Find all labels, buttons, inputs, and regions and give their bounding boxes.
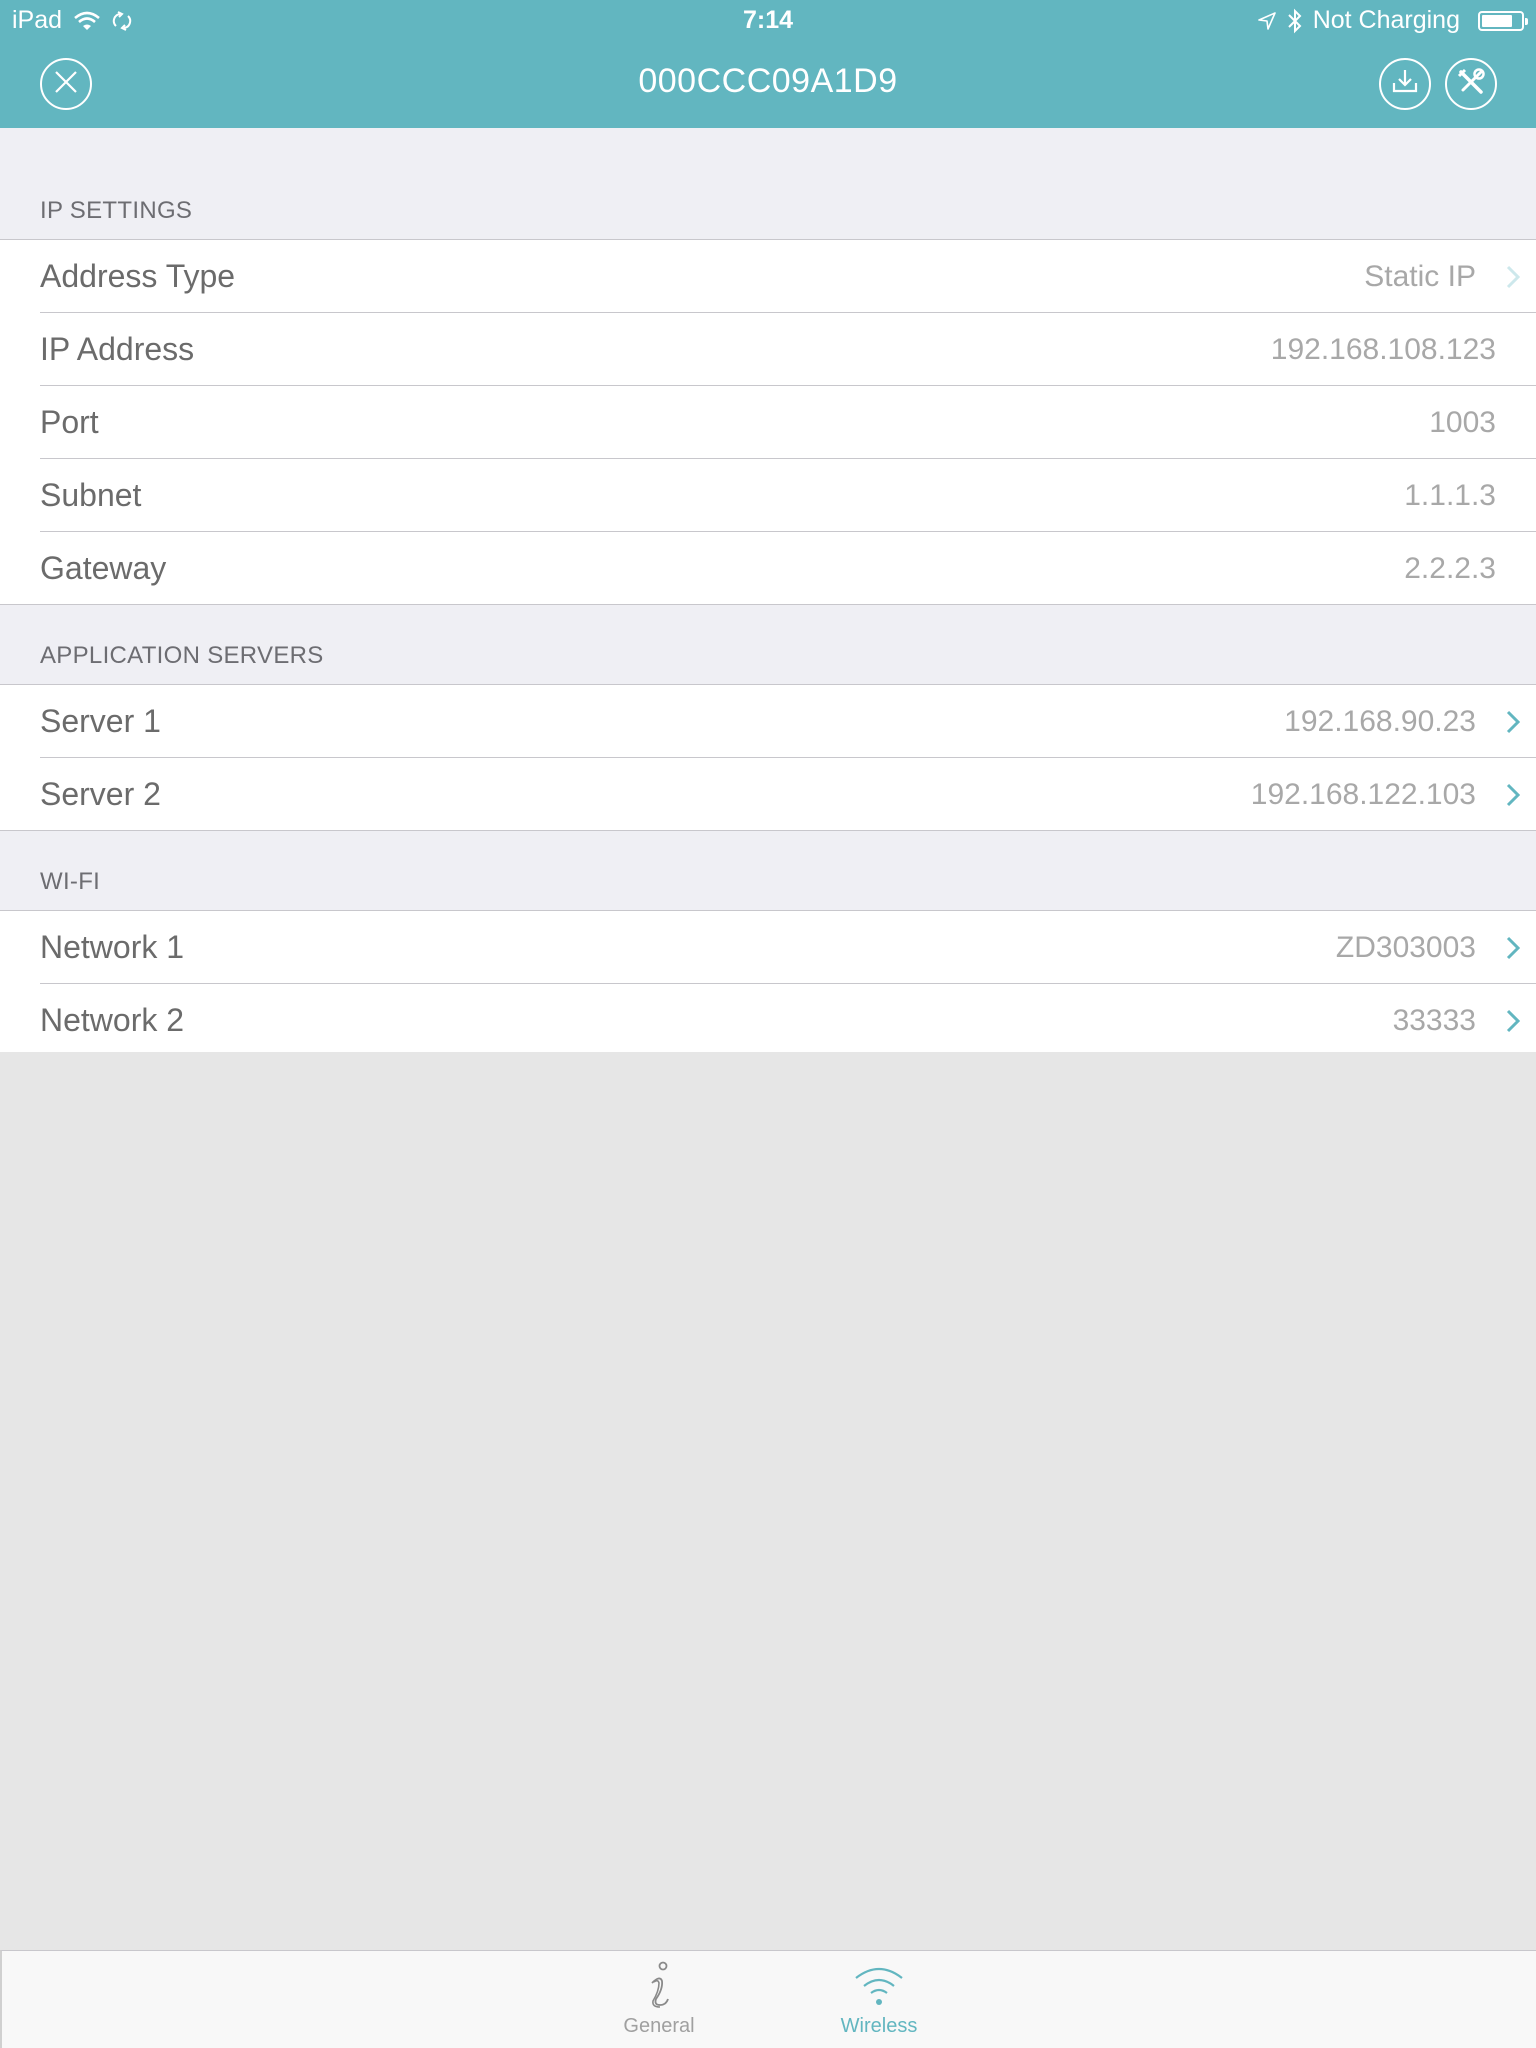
row-network-1[interactable]: Network 1 ZD303003	[0, 911, 1536, 984]
row-value: 192.168.122.103	[1250, 777, 1476, 811]
row-value: 192.168.90.23	[1284, 704, 1476, 738]
tab-label: General	[623, 2015, 695, 2037]
row-value: 1003	[1429, 405, 1496, 439]
row-value: ZD303003	[1335, 930, 1476, 964]
chevron-right-icon	[1476, 240, 1536, 313]
application-servers-group: Server 1 192.168.90.23 Server 2 192.168.…	[0, 685, 1536, 831]
tools-button[interactable]	[1445, 58, 1497, 110]
chevron-right-icon	[1476, 685, 1536, 758]
row-label: Server 1	[40, 703, 161, 739]
row-value: 2.2.2.3	[1404, 551, 1496, 585]
tab-label: Wireless	[840, 2015, 918, 2037]
wifi-icon	[854, 1961, 904, 2011]
status-bar: iPad 7:14 Not Charging	[0, 0, 1536, 40]
wi-fi-group: Network 1 ZD303003 Network 2 33333	[0, 911, 1536, 1057]
tab-bar: General Wireless	[0, 1950, 1536, 2048]
empty-background	[0, 1052, 1536, 1950]
row-label: Port	[40, 404, 99, 440]
row-label: Server 2	[40, 776, 161, 812]
download-icon	[1390, 67, 1420, 102]
settings-list: IP SETTINGS Address Type Static IP IP Ad…	[0, 128, 1536, 1057]
section-header-wi-fi: WI-FI	[0, 831, 1536, 911]
tab-wireless[interactable]: Wireless	[799, 1951, 959, 2048]
tab-general[interactable]: General	[579, 1951, 739, 2048]
row-label: Subnet	[40, 477, 142, 513]
row-value: 1.1.1.3	[1404, 478, 1496, 512]
row-divider	[0, 603, 1536, 605]
tools-icon	[1455, 66, 1487, 103]
row-label: Network 1	[40, 929, 185, 965]
section-header-ip-settings: IP SETTINGS	[0, 128, 1536, 240]
row-ip-address[interactable]: IP Address 192.168.108.123	[0, 313, 1536, 386]
row-server-2[interactable]: Server 2 192.168.122.103	[0, 758, 1536, 831]
row-label: Address Type	[40, 258, 236, 294]
row-label: Network 2	[40, 1002, 185, 1038]
info-icon	[644, 1961, 674, 2011]
chevron-right-icon	[1476, 758, 1536, 831]
row-server-1[interactable]: Server 1 192.168.90.23	[0, 685, 1536, 758]
row-port[interactable]: Port 1003	[0, 386, 1536, 459]
row-value: 192.168.108.123	[1270, 332, 1496, 366]
row-value: Static IP	[1364, 259, 1476, 293]
location-icon	[1257, 11, 1277, 31]
bluetooth-icon	[1287, 8, 1303, 34]
row-value: 33333	[1392, 1003, 1476, 1037]
battery-icon	[1478, 10, 1528, 31]
download-button[interactable]	[1379, 58, 1431, 110]
row-label: IP Address	[40, 331, 195, 367]
top-bar: iPad 7:14 Not Charging 000CCC09A1D9	[0, 0, 1536, 128]
row-label: Gateway	[40, 550, 167, 586]
section-header-application-servers: APPLICATION SERVERS	[0, 605, 1536, 685]
row-network-2[interactable]: Network 2 33333	[0, 984, 1536, 1057]
chevron-right-icon	[1476, 984, 1536, 1057]
row-divider	[0, 829, 1536, 831]
ip-settings-group: Address Type Static IP IP Address 192.16…	[0, 240, 1536, 605]
chevron-right-icon	[1476, 911, 1536, 984]
battery-level	[1482, 14, 1513, 27]
row-subnet[interactable]: Subnet 1.1.1.3	[0, 459, 1536, 532]
charging-status: Not Charging	[1312, 6, 1460, 34]
row-address-type[interactable]: Address Type Static IP	[0, 240, 1536, 313]
page-title: 000CCC09A1D9	[638, 62, 898, 100]
row-gateway[interactable]: Gateway 2.2.2.3	[0, 532, 1536, 605]
